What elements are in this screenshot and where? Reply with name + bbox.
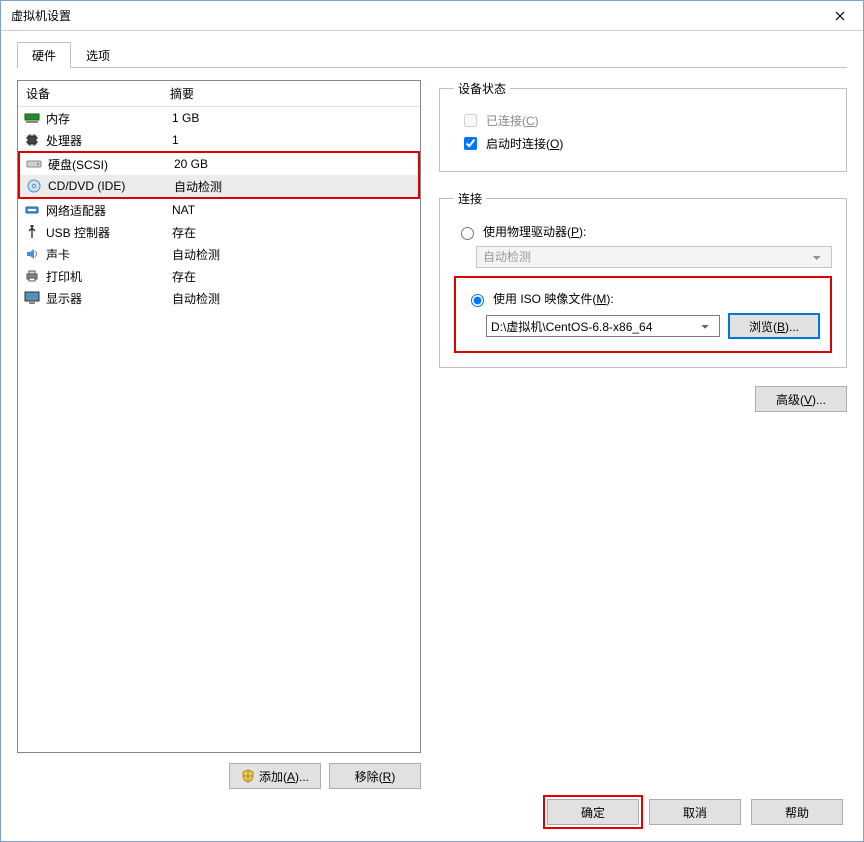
browse-label: 浏览(B)... xyxy=(749,320,799,334)
device-status-legend: 设备状态 xyxy=(454,80,510,97)
use-iso-row[interactable]: 使用 ISO 映像文件(M): xyxy=(466,290,820,307)
network-icon xyxy=(22,202,42,218)
browse-button[interactable]: 浏览(B)... xyxy=(728,313,820,339)
tab-hardware[interactable]: 硬件 xyxy=(17,42,71,68)
connect-on-power-row[interactable]: 启动时连接(O) xyxy=(460,134,832,153)
device-status-group: 设备状态 已连接(C) 启动时连接(O) xyxy=(439,80,847,172)
close-icon xyxy=(835,11,845,21)
tab-options-label: 选项 xyxy=(86,49,110,63)
connection-group: 连接 使用物理驱动器(P): 自动检测 使用 ISO 映像文件(M): xyxy=(439,190,847,368)
row-printer[interactable]: 打印机 存在 xyxy=(18,265,420,287)
connected-label: 已连接(C) xyxy=(486,112,539,129)
row-printer-name: 打印机 xyxy=(42,268,166,285)
row-hdd-name: 硬盘(SCSI) xyxy=(44,156,168,173)
highlight-box-rows: 硬盘(SCSI) 20 GB CD/DVD (IDE) 自动检测 xyxy=(18,151,420,199)
printer-icon xyxy=(22,268,42,284)
add-button[interactable]: 添加(A)... xyxy=(229,763,321,789)
ok-button[interactable]: 确定 xyxy=(547,799,639,825)
tab-body: 设备 摘要 内存 1 GB 处理器 1 xyxy=(17,68,847,789)
row-usb[interactable]: USB 控制器 存在 xyxy=(18,221,420,243)
add-label: 添加(A)... xyxy=(259,768,309,785)
advanced-button[interactable]: 高级(V)... xyxy=(755,386,847,412)
physical-combo-wrap: 自动检测 xyxy=(476,246,832,268)
cpu-icon xyxy=(22,132,42,148)
iso-path-input[interactable] xyxy=(486,315,720,337)
device-list: 设备 摘要 内存 1 GB 处理器 1 xyxy=(17,80,421,753)
use-iso-label: 使用 ISO 映像文件(M): xyxy=(493,290,614,307)
header-summary[interactable]: 摘要 xyxy=(162,81,420,106)
list-rows: 内存 1 GB 处理器 1 硬盘(SCSI) 20 G xyxy=(18,107,420,752)
header-device[interactable]: 设备 xyxy=(18,81,162,106)
advanced-wrap: 高级(V)... xyxy=(439,386,847,412)
close-button[interactable] xyxy=(817,1,863,31)
tab-options[interactable]: 选项 xyxy=(71,42,125,68)
use-physical-row[interactable]: 使用物理驱动器(P): xyxy=(456,223,832,240)
row-hdd[interactable]: 硬盘(SCSI) 20 GB xyxy=(20,153,418,175)
row-sound-name: 声卡 xyxy=(42,246,166,263)
tab-hardware-label: 硬件 xyxy=(32,49,56,63)
row-net-summary: NAT xyxy=(166,203,416,217)
connect-on-power-checkbox[interactable] xyxy=(464,137,477,150)
row-printer-summary: 存在 xyxy=(166,268,416,285)
tab-strip: 硬件 选项 xyxy=(17,41,847,68)
sound-icon xyxy=(22,246,42,262)
disc-icon xyxy=(24,178,44,194)
row-sound-summary: 自动检测 xyxy=(166,246,416,263)
row-net[interactable]: 网络适配器 NAT xyxy=(18,199,420,221)
row-hdd-summary: 20 GB xyxy=(168,157,414,171)
row-cpu-summary: 1 xyxy=(166,133,416,147)
left-buttons: 添加(A)... 移除(R) xyxy=(17,763,421,789)
titlebar: 虚拟机设置 xyxy=(1,1,863,31)
ok-label: 确定 xyxy=(581,804,605,821)
connected-checkbox xyxy=(464,114,477,127)
remove-button[interactable]: 移除(R) xyxy=(329,763,421,789)
row-cddvd-summary: 自动检测 xyxy=(168,178,414,195)
row-sound[interactable]: 声卡 自动检测 xyxy=(18,243,420,265)
help-button[interactable]: 帮助 xyxy=(751,799,843,825)
highlight-box-iso: 使用 ISO 映像文件(M): 浏览(B)... xyxy=(454,276,832,353)
row-net-name: 网络适配器 xyxy=(42,202,166,219)
shield-icon xyxy=(241,769,255,783)
cancel-button[interactable]: 取消 xyxy=(649,799,741,825)
vm-settings-window: 虚拟机设置 硬件 选项 设备 摘要 内存 xyxy=(0,0,864,842)
row-cpu-name: 处理器 xyxy=(42,132,166,149)
physical-drive-combo: 自动检测 xyxy=(476,246,832,268)
cancel-label: 取消 xyxy=(683,804,707,821)
memory-icon xyxy=(22,110,42,126)
row-memory-name: 内存 xyxy=(42,110,166,127)
left-column: 设备 摘要 内存 1 GB 处理器 1 xyxy=(17,80,421,789)
right-column: 设备状态 已连接(C) 启动时连接(O) 连接 使用物理驱动器(P): xyxy=(439,80,847,789)
row-display-name: 显示器 xyxy=(42,290,166,307)
help-label: 帮助 xyxy=(785,804,809,821)
row-cddvd-name: CD/DVD (IDE) xyxy=(44,179,168,193)
use-physical-radio[interactable] xyxy=(461,227,474,240)
list-header: 设备 摘要 xyxy=(18,81,420,107)
iso-row: 浏览(B)... xyxy=(486,313,820,339)
advanced-label: 高级(V)... xyxy=(776,391,826,408)
row-usb-name: USB 控制器 xyxy=(42,224,166,241)
usb-icon xyxy=(22,224,42,240)
remove-label: 移除(R) xyxy=(355,768,396,785)
content-area: 硬件 选项 设备 摘要 内存 1 GB xyxy=(1,31,863,841)
use-physical-label: 使用物理驱动器(P): xyxy=(483,223,586,240)
connected-row[interactable]: 已连接(C) xyxy=(460,111,832,130)
connect-on-power-label: 启动时连接(O) xyxy=(486,135,563,152)
row-cddvd[interactable]: CD/DVD (IDE) 自动检测 xyxy=(20,175,418,197)
row-memory-summary: 1 GB xyxy=(166,111,416,125)
row-cpu[interactable]: 处理器 1 xyxy=(18,129,420,151)
connection-legend: 连接 xyxy=(454,190,486,207)
row-display[interactable]: 显示器 自动检测 xyxy=(18,287,420,309)
use-iso-radio[interactable] xyxy=(471,294,484,307)
row-usb-summary: 存在 xyxy=(166,224,416,241)
hdd-icon xyxy=(24,156,44,172)
display-icon xyxy=(22,290,42,306)
row-memory[interactable]: 内存 1 GB xyxy=(18,107,420,129)
window-title: 虚拟机设置 xyxy=(11,7,71,24)
row-display-summary: 自动检测 xyxy=(166,290,416,307)
footer-buttons: 确定 取消 帮助 xyxy=(17,789,847,829)
